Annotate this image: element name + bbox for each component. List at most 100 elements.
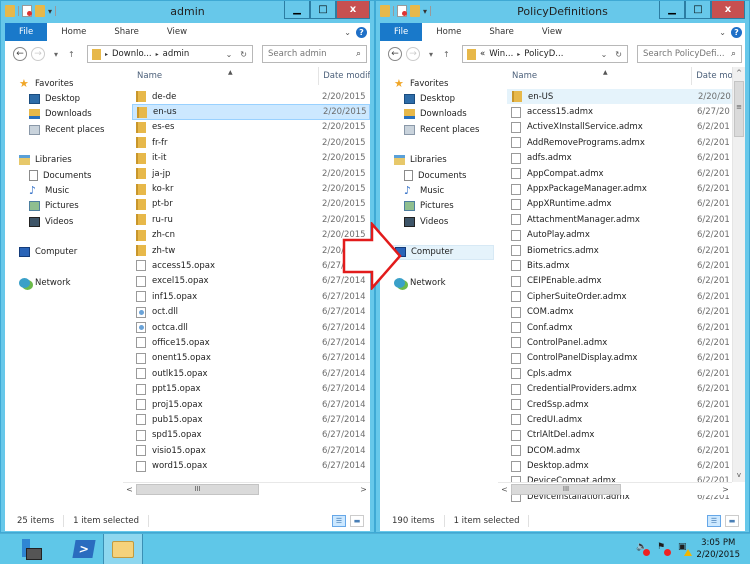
maximize-button[interactable]: □ [310,1,336,19]
file-row[interactable]: Cpls.admx 6/2/201 [507,366,745,381]
scroll-down-button[interactable]: v [733,469,745,482]
expand-ribbon-chevron-icon[interactable]: ⌄ [344,28,351,37]
nav-videos[interactable]: Videos [5,214,121,229]
file-row[interactable]: AppxPackageManager.admx 6/2/201 [507,181,745,196]
column-header-date-modified[interactable]: Date mo [691,67,732,85]
file-row[interactable]: Biometrics.admx 6/2/201 [507,243,745,258]
scroll-left-button[interactable]: < [123,485,136,494]
file-row[interactable]: Conf.admx 6/2/201 [507,320,745,335]
tab-view[interactable]: View [528,23,576,41]
scroll-left-button[interactable]: < [498,485,511,494]
tab-view[interactable]: View [153,23,201,41]
file-row[interactable]: CEIPEnable.admx 6/2/201 [507,274,745,289]
search-input[interactable] [268,49,352,59]
nav-recent-places[interactable]: Recent places [5,122,121,137]
file-row[interactable]: proj15.opax 6/27/2014 [132,397,370,412]
file-row[interactable]: access15.opax 6/27/2014 [132,258,370,273]
nav-computer[interactable]: Computer [5,245,121,260]
file-row[interactable]: COM.admx 6/2/201 [507,304,745,319]
file-row[interactable]: outlk15.opax 6/27/2014 [132,366,370,381]
nav-music[interactable]: ♪ Music [5,183,121,198]
nav-downloads[interactable]: Downloads [5,107,121,122]
help-icon[interactable]: ? [731,26,742,38]
address-overflow[interactable]: « [480,49,485,59]
scroll-track[interactable]: III [136,483,357,495]
back-button[interactable]: ← [388,47,402,61]
nav-videos[interactable]: Videos [380,214,496,229]
file-row[interactable]: CredSsp.admx 6/2/201 [507,397,745,412]
file-row[interactable]: DCOM.admx 6/2/201 [507,443,745,458]
nav-pictures[interactable]: Pictures [380,199,496,214]
file-row[interactable]: Desktop.admx 6/2/201 [507,458,745,473]
close-button[interactable]: x [336,1,370,19]
file-row[interactable]: ko-kr 2/20/2015 [132,181,370,196]
taskbar-file-explorer[interactable] [103,534,143,564]
tab-share[interactable]: Share [100,23,153,41]
file-row[interactable]: AttachmentManager.admx 6/2/201 [507,212,745,227]
tab-file[interactable]: File [380,23,423,41]
column-header-name[interactable]: ▲ Name [504,67,691,85]
close-button[interactable]: x [711,1,745,19]
back-button[interactable]: ← [13,47,27,61]
refresh-icon[interactable]: ↻ [240,50,247,59]
horizontal-scrollbar[interactable]: < III > [498,482,732,495]
file-row[interactable]: ru-ru 2/20/2015 [132,212,370,227]
nav-computer[interactable]: Computer [380,244,494,260]
file-row[interactable]: AutoPlay.admx 6/2/201 [507,228,745,243]
file-row[interactable]: inf15.opax 6/27/2014 [132,289,370,304]
vertical-scrollbar[interactable]: ^ ≡ v [732,67,745,482]
file-row[interactable]: office15.opax 6/27/2014 [132,335,370,350]
refresh-icon[interactable]: ↻ [615,50,622,59]
taskbar-powershell[interactable]: > [64,534,104,564]
file-row[interactable]: it-it 2/20/2015 [132,151,370,166]
breadcrumb-current[interactable]: PolicyD... [524,49,563,59]
file-row[interactable]: ActiveXInstallService.admx 6/2/201 [507,120,745,135]
file-row[interactable]: AddRemovePrograms.admx 6/2/201 [507,135,745,150]
address-bar[interactable]: « ▸ Win... ▸ PolicyD... ⌄ ↻ [462,45,628,63]
network-warning-icon[interactable]: ▣ [678,542,692,556]
file-row[interactable]: spd15.opax 6/27/2014 [132,428,370,443]
title-bar[interactable]: ▾ PolicyDefinitions ▁ □ x [376,1,749,23]
tab-home[interactable]: Home [47,23,100,41]
scroll-thumb[interactable]: III [136,483,259,495]
scroll-right-button[interactable]: > [357,485,370,494]
up-button[interactable]: ↑ [443,50,450,59]
file-row[interactable]: en-US 2/20/20 [507,89,745,105]
file-row[interactable]: word15.opax 6/27/2014 [132,458,370,473]
file-row[interactable]: pt-br 2/20/2015 [132,197,370,212]
file-row[interactable]: onent15.opax 6/27/2014 [132,351,370,366]
nav-desktop[interactable]: Desktop [380,91,496,106]
file-row[interactable]: octca.dll 6/27/2014 [132,320,370,335]
expand-ribbon-chevron-icon[interactable]: ⌄ [719,28,726,37]
up-button[interactable]: ↑ [68,50,75,59]
column-header-date-modified[interactable]: Date modif [318,67,370,85]
nav-libraries[interactable]: Libraries [5,153,121,168]
file-row[interactable]: ja-jp 2/20/2015 [132,166,370,181]
file-row[interactable]: CipherSuiteOrder.admx 6/2/201 [507,289,745,304]
title-bar[interactable]: ▾ admin ▁ □ x [1,1,374,23]
recent-locations-dropdown[interactable]: ▾ [54,50,58,59]
breadcrumb-parent[interactable]: Win... [489,49,513,59]
breadcrumb-separator-icon[interactable]: ▸ [156,51,159,58]
forward-button[interactable]: → [31,47,45,61]
search-icon[interactable]: ⌕ [356,49,361,59]
nav-pictures[interactable]: Pictures [5,199,121,214]
file-row[interactable]: CredUI.admx 6/2/201 [507,412,745,427]
tab-file[interactable]: File [5,23,48,41]
file-row[interactable]: AppCompat.admx 6/2/201 [507,166,745,181]
forward-button[interactable]: → [406,47,420,61]
minimize-button[interactable]: ▁ [284,1,310,19]
breadcrumb-separator-icon[interactable]: ▸ [517,51,520,58]
nav-favorites[interactable]: ★ Favorites [5,76,121,91]
breadcrumb-parent[interactable]: Downlo... [112,49,152,59]
scroll-track[interactable]: III [511,483,719,495]
file-row[interactable]: en-us 2/20/2015 [132,104,370,120]
nav-recent-places[interactable]: Recent places [380,122,496,137]
large-icons-view-button[interactable]: ▬ [350,515,364,527]
nav-libraries[interactable]: Libraries [380,153,496,168]
taskbar-server-manager[interactable] [10,534,50,564]
nav-documents[interactable]: Documents [380,168,496,183]
nav-downloads[interactable]: Downloads [380,107,496,122]
address-dropdown-icon[interactable]: ⌄ [601,50,608,59]
large-icons-view-button[interactable]: ▬ [725,515,739,527]
